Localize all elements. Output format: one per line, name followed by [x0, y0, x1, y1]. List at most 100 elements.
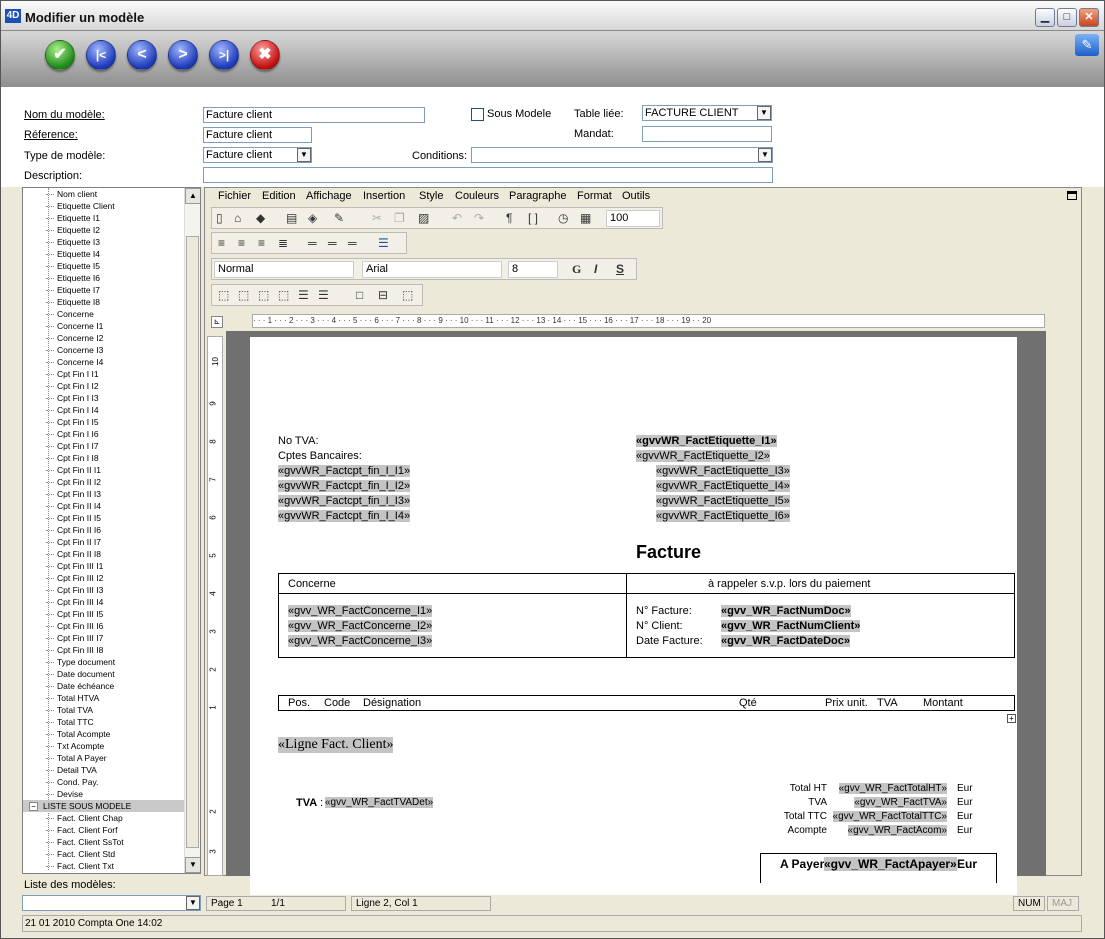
reference-field[interactable]: Facture client: [203, 127, 312, 143]
tree-item[interactable]: Concerne I4: [23, 356, 185, 368]
justify-icon[interactable]: ≣: [278, 236, 288, 250]
close-button[interactable]: ✕: [1079, 8, 1099, 27]
edit-pencil-icon[interactable]: ✎: [1075, 34, 1099, 56]
menu-item[interactable]: Couleurs: [455, 190, 499, 202]
menu-item[interactable]: Style: [419, 190, 443, 202]
border-split-icon[interactable]: ⊟: [378, 288, 388, 302]
tree-group-liste-sous-modele[interactable]: − LISTE SOUS MODELE: [23, 800, 185, 812]
menu-item[interactable]: Fichier: [218, 190, 251, 202]
underline-button[interactable]: S: [616, 262, 624, 276]
total-field[interactable]: «gvv_WR_FactTotalHT»: [838, 783, 947, 794]
zoom-field[interactable]: 100: [606, 210, 660, 227]
tree-item[interactable]: Cpt Fin I I5: [23, 416, 185, 428]
chevron-down-icon[interactable]: ▼: [757, 106, 771, 120]
tree-item[interactable]: Date document: [23, 668, 185, 680]
tree-item[interactable]: Etiquette I3: [23, 236, 185, 248]
pilcrow-icon[interactable]: ¶: [506, 211, 512, 225]
tree-item[interactable]: Cpt Fin I I1: [23, 368, 185, 380]
last-record-button[interactable]: >|: [209, 40, 239, 70]
tree-item[interactable]: Cpt Fin III I7: [23, 632, 185, 644]
spacing-double-icon[interactable]: ═: [348, 236, 357, 250]
tree-sub-item[interactable]: Fact. Client Txt: [23, 860, 185, 872]
etiquette-field[interactable]: «gvvWR_FactEtiquette_I3»: [656, 465, 790, 477]
tree-item[interactable]: Cpt Fin III I4: [23, 596, 185, 608]
etiquette-field[interactable]: «gvvWR_FactEtiquette_I5»: [656, 495, 790, 507]
concerne-field[interactable]: «gvv_WR_FactConcerne_I1»: [288, 605, 433, 617]
calendar-icon[interactable]: ▦: [580, 211, 591, 225]
tree-item[interactable]: Etiquette I5: [23, 260, 185, 272]
menu-item[interactable]: Paragraphe: [509, 190, 567, 202]
tree-item[interactable]: Cpt Fin II I6: [23, 524, 185, 536]
tree-scrollbar[interactable]: ▲ ▼: [184, 188, 200, 873]
tree-item[interactable]: Cpt Fin III I5: [23, 608, 185, 620]
menu-item[interactable]: Format: [577, 190, 612, 202]
border-double-icon[interactable]: ☰: [318, 288, 329, 302]
tab-stop-icon[interactable]: ⊾: [211, 316, 223, 328]
tree-item[interactable]: Etiquette I8: [23, 296, 185, 308]
tree-item[interactable]: Etiquette I7: [23, 284, 185, 296]
tree-item[interactable]: Etiquette I6: [23, 272, 185, 284]
tree-item[interactable]: Date échéance: [23, 680, 185, 692]
tree-item[interactable]: Cpt Fin III I8: [23, 644, 185, 656]
align-right-icon[interactable]: ≡: [258, 236, 265, 250]
concerne-field[interactable]: «gvv_WR_FactConcerne_I3»: [288, 635, 433, 647]
tree-item[interactable]: Nom client: [23, 188, 185, 200]
tree-item[interactable]: Type document: [23, 656, 185, 668]
total-field[interactable]: «gvv_WR_FactTotalTTC»: [832, 811, 947, 822]
align-center-icon[interactable]: ≡: [238, 236, 245, 250]
chevron-down-icon[interactable]: ▼: [297, 148, 311, 162]
brackets-icon[interactable]: [ ]: [528, 211, 538, 225]
tree-item[interactable]: Cpt Fin I I6: [23, 428, 185, 440]
tree-item[interactable]: Txt Acompte: [23, 740, 185, 752]
type-select[interactable]: Facture client ▼: [203, 147, 312, 163]
etiquette-field[interactable]: «gvvWR_FactEtiquette_I2»: [636, 450, 770, 462]
tree-item[interactable]: Concerne: [23, 308, 185, 320]
tree-sub-item[interactable]: Fact. Client SsTot: [23, 836, 185, 848]
style-select[interactable]: Normal: [214, 261, 354, 278]
tree-item[interactable]: Cpt Fin II I7: [23, 536, 185, 548]
tree-sub-item[interactable]: Fact. Client Forf: [23, 824, 185, 836]
tree-sub-item[interactable]: Fact. Client Std: [23, 848, 185, 860]
font-select[interactable]: Arial: [362, 261, 502, 278]
sous-modele-checkbox[interactable]: [471, 108, 484, 121]
border-left-icon[interactable]: ⬚: [218, 288, 229, 302]
table-liee-select[interactable]: FACTURE CLIENT ▼: [642, 105, 772, 121]
description-field[interactable]: [203, 167, 773, 183]
tree-item[interactable]: Concerne I3: [23, 344, 185, 356]
menu-item[interactable]: Affichage: [306, 190, 352, 202]
menu-item[interactable]: Outils: [622, 190, 650, 202]
cpt-field[interactable]: «gvvWR_Factcpt_fin_I_I3»: [278, 495, 411, 507]
etiquette-field[interactable]: «gvvWR_FactEtiquette_I6»: [656, 510, 790, 522]
tree-item[interactable]: Etiquette I2: [23, 224, 185, 236]
tree-item[interactable]: Cpt Fin III I1: [23, 560, 185, 572]
cpt-field[interactable]: «gvvWR_Factcpt_fin_I_I1»: [278, 465, 411, 477]
copy-icon[interactable]: ❐: [394, 211, 405, 225]
print-preview-icon[interactable]: ▤: [286, 211, 297, 225]
validate-button[interactable]: ✔: [45, 40, 75, 70]
border-top-icon[interactable]: ⬚: [238, 288, 249, 302]
next-record-button[interactable]: >: [168, 40, 198, 70]
apayer-field[interactable]: «gvv_WR_FactApayer»: [824, 857, 957, 871]
expand-icon[interactable]: +: [1007, 714, 1016, 723]
etiquette-field[interactable]: «gvvWR_FactEtiquette_I4»: [656, 480, 790, 492]
concerne-field[interactable]: «gvv_WR_FactConcerne_I2»: [288, 620, 433, 632]
tree-item[interactable]: Cpt Fin III I3: [23, 584, 185, 596]
font-size-select[interactable]: 8: [508, 261, 558, 278]
minimize-button[interactable]: ▁: [1035, 8, 1055, 27]
clock-icon[interactable]: ◷: [558, 211, 568, 225]
tree-item[interactable]: Cpt Fin III I2: [23, 572, 185, 584]
bullet-list-icon[interactable]: ☰: [378, 236, 389, 250]
tree-item[interactable]: Cond. Pay.: [23, 776, 185, 788]
tree-item[interactable]: Total TVA: [23, 704, 185, 716]
tree-item[interactable]: Cpt Fin III I6: [23, 620, 185, 632]
paste-icon[interactable]: ▨: [418, 211, 429, 225]
date-field[interactable]: «gvv_WR_FactDateDoc»: [721, 635, 850, 647]
cpt-field[interactable]: «gvvWR_Factcpt_fin_I_I2»: [278, 480, 411, 492]
tree-item[interactable]: Cpt Fin II I2: [23, 476, 185, 488]
scroll-thumb[interactable]: [186, 236, 199, 848]
cut-icon[interactable]: ✂: [372, 211, 382, 225]
restore-icon[interactable]: [1067, 191, 1077, 200]
bold-button[interactable]: G: [572, 262, 581, 277]
total-field[interactable]: «gvv_WR_FactTVA»: [854, 797, 947, 808]
collapse-icon[interactable]: −: [29, 802, 38, 811]
